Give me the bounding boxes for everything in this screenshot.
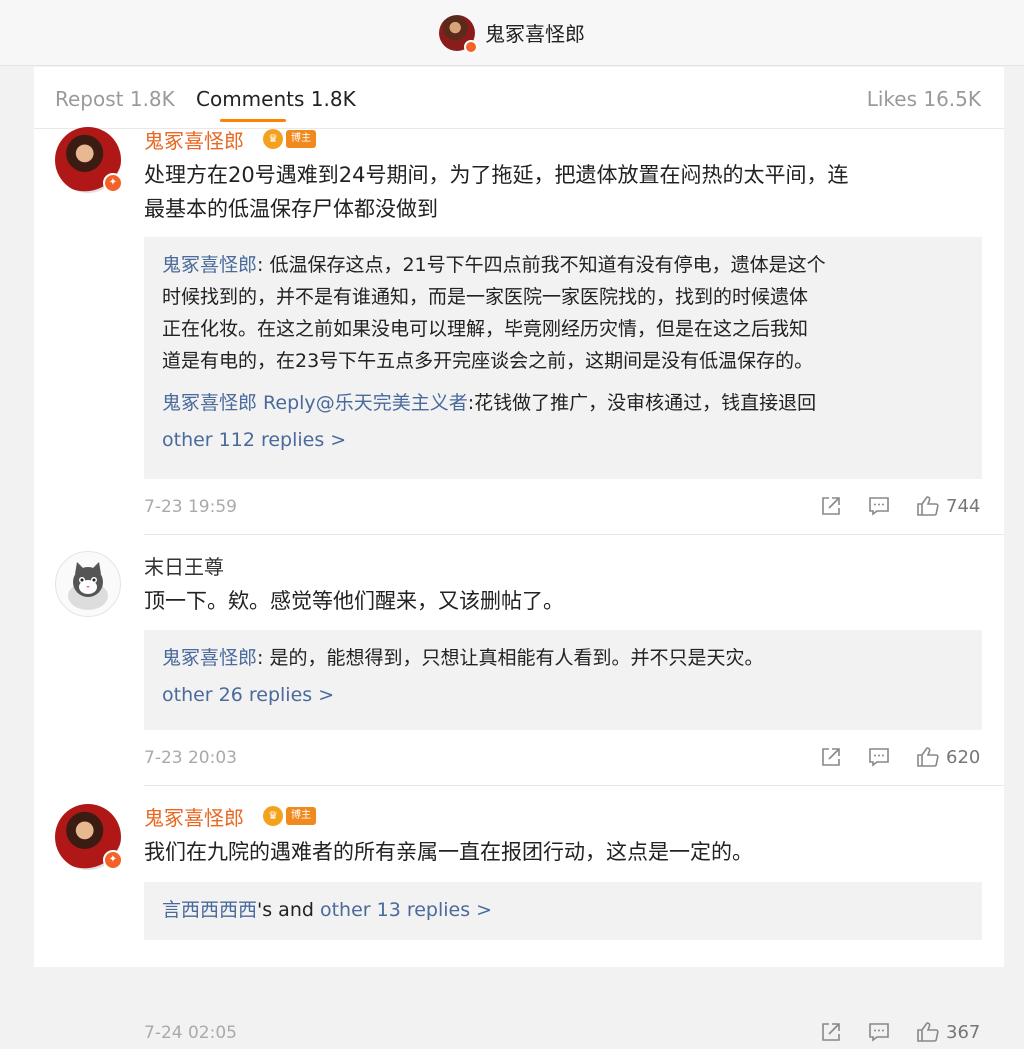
share-icon[interactable] [820, 495, 842, 517]
comment-meta: 7-23 19:59 744 [144, 493, 982, 523]
reply-summary: 言西西西西's and other 13 replies > [162, 899, 493, 921]
verified-icon: ✦ [103, 173, 123, 193]
reply-item: 鬼冢喜怪郎: 是的，能想得到，只想让真相能有人看到。并不只是天灾。 [162, 647, 764, 669]
top-bar: 鬼冢喜怪郎 [0, 0, 1024, 66]
more-replies-link[interactable]: other 112 replies > [162, 429, 964, 451]
comment-meta: 7-23 20:03 620 [144, 744, 982, 774]
cat-avatar-icon [68, 562, 108, 610]
header-title: 鬼冢喜怪郎 [485, 22, 585, 46]
comment-username[interactable]: 末日王尊 [144, 551, 224, 580]
avatar[interactable]: ✦ [55, 127, 123, 193]
tab-likes[interactable]: Likes 16.5K [867, 87, 981, 111]
comment-icon[interactable] [868, 1021, 890, 1043]
verified-icon [464, 39, 478, 54]
author-badge: 博主 [286, 807, 316, 825]
vip-icon: ♛ [263, 129, 283, 149]
user-badges: ♛ 博主 [263, 129, 316, 149]
thumbs-up-icon [917, 496, 939, 516]
vip-icon: ♛ [263, 806, 283, 826]
tab-repost[interactable]: Repost 1.8K [55, 87, 175, 111]
comment-time: 7-24 02:05 [144, 1023, 237, 1043]
comment-username[interactable]: 鬼冢喜怪郎 [144, 125, 244, 154]
reply-username[interactable]: 鬼冢喜怪郎 [162, 647, 257, 669]
share-icon[interactable] [820, 746, 842, 768]
verified-icon: ✦ [103, 850, 123, 870]
header-avatar[interactable] [439, 14, 478, 54]
reply-username[interactable]: 言西西西西 [162, 899, 257, 921]
tab-active-indicator [220, 119, 286, 122]
share-icon[interactable] [820, 1021, 842, 1043]
avatar[interactable] [55, 551, 121, 617]
like-count: 744 [946, 495, 981, 517]
comment-text: 顶一下。欸。感觉等他们醒来，又该删帖了。 [144, 589, 564, 613]
comment-icon[interactable] [868, 746, 890, 768]
comment-text: 我们在九院的遇难者的所有亲属一直在报团行动，这点是一定的。 [144, 840, 753, 864]
divider [144, 785, 1004, 786]
mention-link[interactable]: @乐天完美主义者 [316, 392, 468, 414]
reply-box: 鬼冢喜怪郎: 低温保存这点，21号下午四点前我不知道有没有停电，遗体是这个 时候… [144, 237, 982, 479]
tab-bar: Repost 1.8K Comments 1.8K Likes 16.5K [34, 67, 1004, 129]
comment-text: 处理方在20号遇难到24号期间，为了拖延，把遗体放置在闷热的太平间，连 最基本的… [144, 163, 849, 221]
user-badges: ♛ 博主 [263, 806, 316, 826]
reply-username[interactable]: 鬼冢喜怪郎 [162, 392, 257, 414]
comment-time: 7-23 19:59 [144, 497, 237, 517]
comment-username[interactable]: 鬼冢喜怪郎 [144, 802, 244, 831]
comment-time: 7-23 20:03 [144, 748, 237, 768]
thumbs-up-icon [917, 747, 939, 767]
reply-item: 鬼冢喜怪郎: 低温保存这点，21号下午四点前我不知道有没有停电，遗体是这个 [162, 254, 826, 276]
reply-item: 鬼冢喜怪郎 Reply@乐天完美主义者:花钱做了推广，没审核通过，钱直接退回 [162, 392, 817, 414]
like-count: 367 [946, 1021, 981, 1043]
comment-icon[interactable] [868, 495, 890, 517]
avatar[interactable]: ✦ [55, 804, 123, 870]
like-count: 620 [946, 746, 981, 768]
reply-username[interactable]: 鬼冢喜怪郎 [162, 254, 257, 276]
divider [144, 534, 1004, 535]
reply-box: 鬼冢喜怪郎: 是的，能想得到，只想让真相能有人看到。并不只是天灾。 other … [144, 630, 982, 730]
more-replies-link[interactable]: other 13 replies > [320, 899, 492, 921]
like-button[interactable]: 744 [916, 495, 980, 517]
author-badge: 博主 [286, 130, 316, 148]
more-replies-link[interactable]: other 26 replies > [162, 684, 964, 706]
comment-meta: 7-24 02:05 367 [144, 1019, 982, 1049]
reply-box: 言西西西西's and other 13 replies > [144, 882, 982, 940]
tab-comments[interactable]: Comments 1.8K [196, 87, 356, 111]
comments-panel: Repost 1.8K Comments 1.8K Likes 16.5K ✦ … [34, 67, 1004, 1043]
like-button[interactable]: 367 [916, 1021, 980, 1043]
thumbs-up-icon [917, 1022, 939, 1042]
like-button[interactable]: 620 [916, 746, 980, 768]
